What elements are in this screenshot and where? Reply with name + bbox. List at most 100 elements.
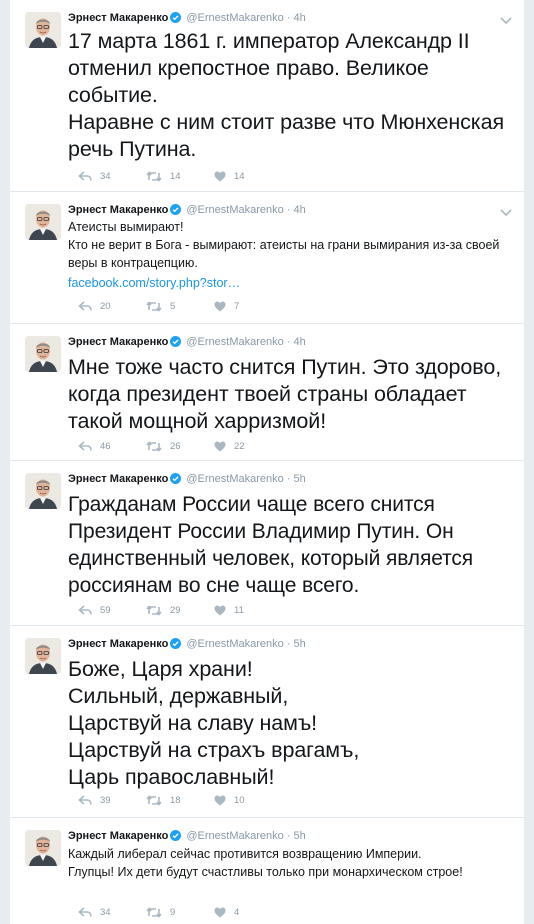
like-button[interactable]: 14 [214, 171, 245, 182]
author-name[interactable]: Эрнест Макаренко [68, 336, 168, 348]
reply-button[interactable]: 34 [78, 907, 111, 918]
tweet-text: Гражданам России чаще всего снится Прези… [68, 493, 474, 597]
like-count: 14 [234, 171, 245, 182]
like-count: 11 [234, 605, 244, 616]
retweet-button[interactable]: 26 [146, 441, 181, 452]
heart-icon [214, 171, 226, 182]
tweet-time[interactable]: · 5h [287, 638, 306, 650]
tweet-link[interactable]: facebook.com/story.php?stor… [68, 274, 510, 292]
like-count: 22 [234, 441, 245, 452]
avatar[interactable] [25, 12, 61, 48]
tweet-time[interactable]: · 5h [287, 473, 306, 485]
author-handle[interactable]: @ErnestMakarenko [186, 336, 283, 348]
retweet-button[interactable]: 9 [146, 907, 175, 918]
like-count: 10 [234, 795, 245, 806]
author-handle[interactable]: @ErnestMakarenko [186, 473, 283, 485]
retweet-button[interactable]: 29 [146, 605, 181, 616]
reply-button[interactable]: 20 [78, 301, 111, 312]
tweet-header: Эрнест Макаренко @ErnestMakarenko · 5h [68, 829, 484, 845]
author-handle[interactable]: @ErnestMakarenko [186, 830, 283, 842]
avatar[interactable] [25, 336, 61, 372]
tweet-text: Каждый либерал сейчас противится возвращ… [68, 847, 463, 879]
author-handle[interactable]: @ErnestMakarenko [186, 204, 283, 216]
like-button[interactable]: 22 [214, 441, 245, 452]
retweet-count: 14 [170, 171, 181, 182]
retweet-count: 5 [170, 301, 176, 312]
verified-badge-icon [170, 336, 182, 351]
tweet-time[interactable]: · 4h [287, 12, 306, 24]
retweet-icon [146, 441, 162, 452]
retweet-icon [146, 301, 162, 312]
author-handle[interactable]: @ErnestMakarenko [186, 12, 283, 24]
tweet[interactable]: Эрнест Макаренко @ErnestMakarenko · 5h Б… [10, 626, 524, 818]
reply-icon [78, 605, 92, 616]
tweet-time[interactable]: · 4h [287, 336, 306, 348]
chevron-down-icon[interactable] [500, 12, 512, 25]
verified-badge-icon [170, 12, 182, 27]
author-name[interactable]: Эрнест Макаренко [68, 638, 168, 650]
tweet[interactable]: Эрнест Макаренко @ErnestMakarenko · 5h Г… [10, 461, 524, 626]
chevron-down-icon[interactable] [500, 204, 512, 217]
reply-count: 46 [100, 441, 111, 452]
tweet-text: 17 марта 1861 г. император Александр II … [68, 29, 504, 161]
retweet-icon [146, 605, 162, 616]
verified-badge-icon [170, 830, 182, 845]
retweet-icon [146, 171, 162, 182]
author-name[interactable]: Эрнест Макаренко [68, 473, 168, 485]
like-button[interactable]: 7 [214, 301, 239, 312]
like-count: 4 [234, 907, 240, 918]
heart-icon [214, 795, 226, 806]
reply-icon [78, 441, 92, 452]
avatar[interactable] [25, 473, 61, 509]
author-handle[interactable]: @ErnestMakarenko [186, 638, 283, 650]
retweet-count: 29 [170, 605, 181, 616]
like-count: 7 [234, 301, 240, 312]
retweet-button[interactable]: 5 [146, 301, 175, 312]
author-name[interactable]: Эрнест Макаренко [68, 12, 168, 24]
retweet-button[interactable]: 14 [146, 171, 181, 182]
tweet[interactable]: Эрнест Макаренко @ErnestMakarenko · 4h 1… [10, 0, 524, 192]
tweet[interactable]: Эрнест Макаренко @ErnestMakarenko · 4h А… [10, 192, 524, 324]
heart-icon [214, 907, 226, 918]
verified-badge-icon [170, 204, 182, 219]
heart-icon [214, 441, 226, 452]
tweet-timeline: Эрнест Макаренко @ErnestMakarenko · 4h 1… [10, 0, 524, 924]
tweet-time[interactable]: · 5h [287, 830, 306, 842]
like-button[interactable]: 4 [214, 907, 239, 918]
retweet-count: 18 [170, 795, 181, 806]
reply-count: 34 [100, 171, 111, 182]
tweet-time[interactable]: · 4h [287, 204, 306, 216]
reply-button[interactable]: 34 [78, 171, 111, 182]
tweet-text: Атеисты вымирают! Кто не верит в Бога - … [68, 220, 500, 270]
tweet-text: Мне тоже часто снится Путин. Это здорово… [68, 355, 502, 433]
reply-icon [78, 907, 92, 918]
tweet-header: Эрнест Макаренко @ErnestMakarenko · 5h [68, 472, 484, 488]
verified-badge-icon [170, 473, 182, 488]
reply-button[interactable]: 46 [78, 441, 111, 452]
author-name[interactable]: Эрнест Макаренко [68, 204, 168, 216]
avatar[interactable] [25, 638, 61, 674]
heart-icon [214, 301, 226, 312]
reply-button[interactable]: 59 [78, 605, 111, 616]
retweet-count: 26 [170, 441, 181, 452]
like-button[interactable]: 11 [214, 605, 244, 616]
avatar[interactable] [25, 204, 61, 240]
avatar[interactable] [25, 830, 61, 866]
like-button[interactable]: 10 [214, 795, 245, 806]
tweet-header: Эрнест Макаренко @ErnestMakarenko · 4h [68, 335, 484, 351]
retweet-button[interactable]: 18 [146, 795, 181, 806]
author-name[interactable]: Эрнест Макаренко [68, 830, 168, 842]
retweet-count: 9 [170, 907, 176, 918]
tweet[interactable]: Эрнест Макаренко @ErnestMakarenko · 5h К… [10, 818, 524, 924]
heart-icon [214, 605, 226, 616]
tweet-header: Эрнест Макаренко @ErnestMakarenko · 4h [68, 203, 484, 219]
tweet-header: Эрнест Макаренко @ErnestMakarenko · 4h [68, 11, 484, 27]
retweet-icon [146, 907, 162, 918]
tweet-header: Эрнест Макаренко @ErnestMakarenko · 5h [68, 637, 484, 653]
reply-icon [78, 171, 92, 182]
reply-button[interactable]: 39 [78, 795, 111, 806]
reply-count: 39 [100, 795, 111, 806]
tweet[interactable]: Эрнест Макаренко @ErnestMakarenko · 4h М… [10, 324, 524, 461]
reply-count: 34 [100, 907, 111, 918]
reply-icon [78, 301, 92, 312]
